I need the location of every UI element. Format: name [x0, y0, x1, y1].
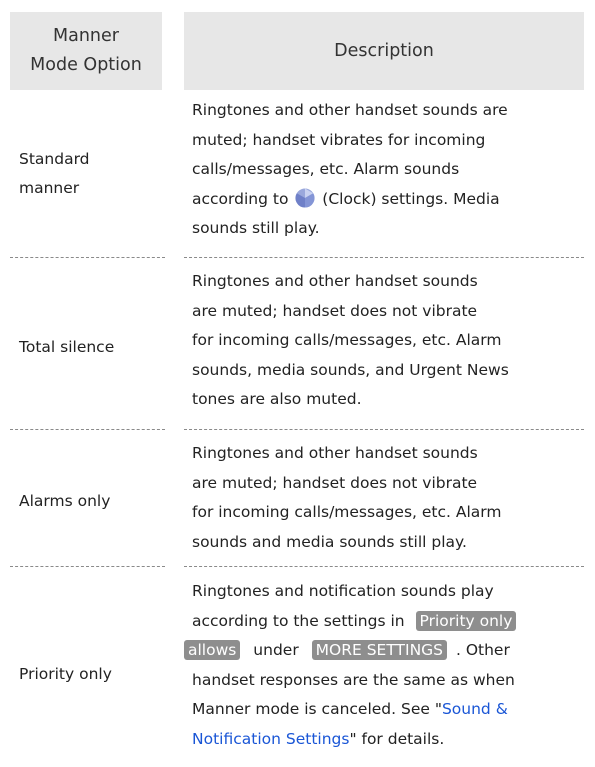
description-text: (Clock) settings. Media	[322, 189, 500, 208]
description-line: according to (Clock) settings. Media	[192, 185, 584, 215]
column-header-option-line2: Mode Option	[30, 55, 142, 75]
description-line: for incoming calls/messages, etc. Alarm	[192, 331, 502, 349]
sound-notification-settings-link[interactable]: Notification Settings	[192, 730, 349, 748]
description-standard-manner: Ringtones and other handset sounds are m…	[192, 96, 584, 244]
option-alarms-only: Alarms only	[19, 492, 111, 510]
column-header-option-line1: Manner	[53, 26, 119, 46]
description-priority-only: Ringtones and notification sounds play a…	[184, 577, 584, 755]
description-line: muted; handset vibrates for incoming	[192, 130, 486, 149]
option-total-silence: Total silence	[19, 338, 115, 356]
description-text: under	[253, 641, 299, 659]
column-header-description-label: Description	[334, 40, 434, 61]
row-divider	[184, 257, 584, 258]
row-divider	[10, 257, 165, 258]
row-divider	[184, 566, 584, 567]
description-text: . Other	[455, 641, 510, 659]
column-header-option: Manner Mode Option	[10, 12, 162, 90]
description-line: calls/messages, etc. Alarm sounds	[192, 160, 460, 178]
priority-only-allows-key: Priority only	[415, 610, 517, 631]
row-divider	[184, 429, 584, 430]
description-line: handset responses are the same as when	[192, 670, 515, 689]
description-line: Ringtones and notification sounds play	[192, 582, 494, 600]
option-label-line1: Standard	[19, 150, 90, 168]
description-line: sounds, media sounds, and Urgent News	[192, 360, 509, 379]
more-settings-key: MORE SETTINGS	[311, 640, 448, 660]
description-line: sounds still play.	[192, 219, 320, 237]
option-label-line2: manner	[19, 179, 80, 197]
description-line: allows under MORE SETTINGS . Other	[184, 636, 584, 666]
description-line: tones are also muted.	[192, 390, 362, 408]
priority-only-allows-key: allows	[184, 640, 241, 660]
description-total-silence: Ringtones and other handset sounds are m…	[192, 267, 584, 415]
description-line: for incoming calls/messages, etc. Alarm	[192, 503, 502, 521]
clock-app-icon	[295, 188, 315, 207]
description-text: according to	[192, 189, 289, 208]
description-text: " for details.	[349, 729, 445, 748]
description-line: according to the settings in Priority on…	[192, 607, 584, 637]
description-line: Ringtones and other handset sounds	[192, 444, 478, 462]
description-line: are muted; handset does not vibrate	[192, 301, 478, 320]
description-line: are muted; handset does not vibrate	[192, 473, 478, 492]
column-header-description: Description	[184, 12, 584, 90]
description-line: Notification Settings" for details.	[192, 725, 584, 755]
description-line: Ringtones and other handset sounds	[192, 272, 478, 290]
row-divider	[10, 429, 165, 430]
option-standard-manner: Standard manner	[19, 145, 164, 203]
option-priority-only: Priority only	[19, 665, 112, 683]
row-divider	[10, 566, 165, 567]
description-line: Ringtones and other handset sounds are	[192, 101, 508, 119]
description-alarms-only: Ringtones and other handset sounds are m…	[192, 439, 584, 557]
description-text: according to the settings in	[192, 611, 405, 630]
sound-notification-settings-link[interactable]: Sound &	[442, 700, 508, 718]
description-text: Manner mode is canceled. See "	[192, 700, 442, 718]
description-line: Manner mode is canceled. See "Sound &	[192, 695, 584, 725]
description-line: sounds and media sounds still play.	[192, 532, 467, 551]
